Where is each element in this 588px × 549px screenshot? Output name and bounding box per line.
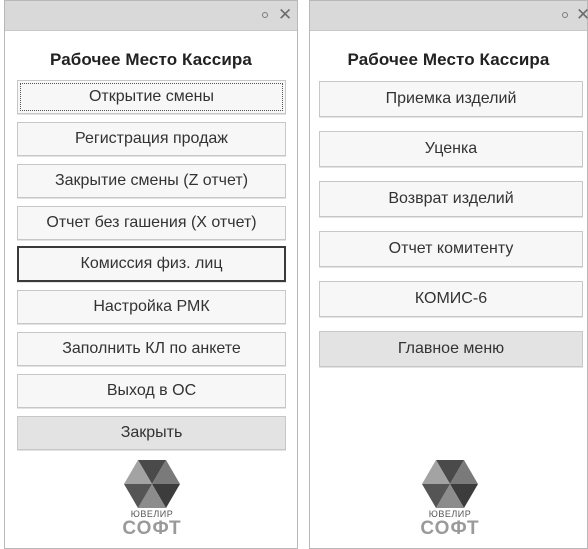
hexagon-logo-icon: [124, 460, 180, 508]
cashier-workplace-panel-commission: ✕ Рабочее Место Кассира Приемка изделий …: [309, 0, 588, 549]
open-shift-button[interactable]: Открытие смены: [17, 80, 286, 114]
panel-titlebar: ✕: [310, 1, 588, 31]
cashier-workplace-panel-main: ✕ Рабочее Место Кассира Открытие смены Р…: [4, 0, 298, 549]
pin-icon[interactable]: [262, 12, 268, 18]
fill-loyalty-card-button[interactable]: Заполнить КЛ по анкете: [17, 332, 286, 366]
logo-text-bottom: СОФТ: [420, 518, 480, 539]
main-menu-button[interactable]: Главное меню: [319, 331, 583, 367]
consignor-report-button[interactable]: Отчет комитенту: [319, 231, 583, 267]
close-shift-z-report-button[interactable]: Закрытие смены (Z отчет): [17, 164, 286, 198]
x-report-button[interactable]: Отчет без гашения (X отчет): [17, 206, 286, 240]
komis-6-button[interactable]: КОМИС-6: [319, 281, 583, 317]
close-icon[interactable]: ✕: [576, 6, 588, 24]
return-items-button[interactable]: Возврат изделий: [319, 181, 583, 217]
panel-title: Рабочее Место Кассира: [50, 50, 252, 69]
panel-titlebar: ✕: [5, 1, 297, 31]
individuals-commission-button[interactable]: Комиссия физ. лиц: [17, 246, 286, 282]
sales-registration-button[interactable]: Регистрация продаж: [17, 122, 286, 156]
company-logo: ЮВЕЛИР СОФТ: [109, 454, 195, 542]
logo-text-bottom: СОФТ: [122, 518, 182, 539]
close-button[interactable]: Закрыть: [17, 416, 286, 450]
exit-to-os-button[interactable]: Выход в ОС: [17, 374, 286, 408]
markdown-button[interactable]: Уценка: [319, 131, 583, 167]
close-icon[interactable]: ✕: [278, 6, 292, 24]
pin-icon[interactable]: [562, 12, 568, 18]
panel-title: Рабочее Место Кассира: [347, 50, 550, 69]
company-logo: ЮВЕЛИР СОФТ: [407, 454, 493, 542]
rmk-settings-button[interactable]: Настройка РМК: [17, 290, 286, 324]
receive-items-button[interactable]: Приемка изделий: [319, 81, 583, 117]
hexagon-logo-icon: [422, 460, 478, 508]
